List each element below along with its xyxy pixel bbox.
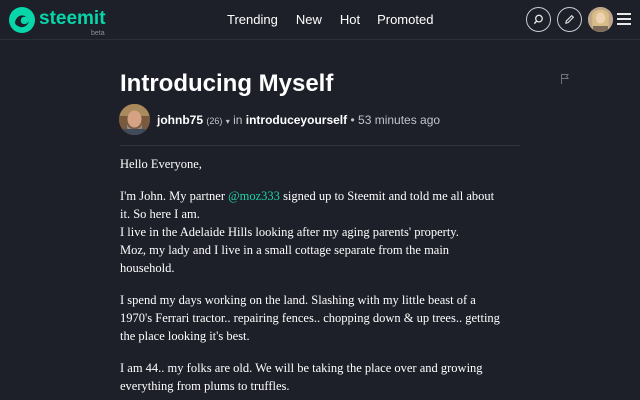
body-line: 1970's Ferrari tractor.. repairing fence… bbox=[120, 311, 500, 325]
body-line: household. bbox=[120, 261, 175, 275]
search-button[interactable] bbox=[526, 7, 551, 32]
nav-promoted[interactable]: Promoted bbox=[377, 11, 433, 29]
flag-icon[interactable] bbox=[560, 73, 570, 85]
category-link[interactable]: introduceyourself bbox=[246, 113, 347, 127]
paragraph: I'm John. My partner @moz333 signed up t… bbox=[120, 187, 520, 277]
search-icon bbox=[533, 14, 543, 25]
paragraph: Hello Everyone, bbox=[120, 155, 520, 173]
top-navbar: steemit beta Trending New Hot Promoted bbox=[0, 0, 640, 40]
user-avatar[interactable] bbox=[588, 7, 613, 32]
body-line: the place looking it's best. bbox=[120, 329, 250, 343]
body-line: I live in the Adelaide Hills looking aft… bbox=[120, 225, 459, 239]
body-line: I am 44.. my folks are old. We will be t… bbox=[120, 361, 483, 375]
hamburger-icon bbox=[617, 13, 631, 15]
author-avatar[interactable] bbox=[119, 104, 150, 135]
greeting-text: Hello Everyone, bbox=[120, 157, 202, 171]
author-name[interactable]: johnb75 bbox=[157, 113, 203, 127]
body-line: everything from plums to truffles. bbox=[120, 379, 290, 393]
paragraph: I am 44.. my folks are old. We will be t… bbox=[120, 359, 520, 395]
body-line: I'm John. My partner @moz333 signed up t… bbox=[120, 187, 520, 205]
body-line: I spend my days working on the land. Sla… bbox=[120, 293, 476, 307]
hamburger-bar bbox=[617, 18, 631, 20]
in-label: in bbox=[233, 113, 243, 127]
menu-button[interactable] bbox=[617, 13, 631, 25]
post-body: Hello Everyone, I'm John. My partner @mo… bbox=[120, 155, 520, 400]
nav-trending[interactable]: Trending bbox=[227, 11, 278, 29]
divider bbox=[120, 145, 520, 146]
submit-post-button[interactable] bbox=[557, 7, 582, 32]
body-line: it. So here I am. bbox=[120, 207, 200, 221]
steemit-logo[interactable]: steemit beta bbox=[8, 6, 118, 37]
post-meta: johnb75 (26) ▾ in introduceyourself • 53… bbox=[157, 113, 440, 129]
main-nav: Trending New Hot Promoted bbox=[227, 11, 433, 29]
pencil-icon bbox=[565, 14, 575, 24]
body-text: signed up to Steemit and told me all abo… bbox=[279, 189, 495, 203]
paragraph: I spend my days working on the land. Sla… bbox=[120, 291, 520, 345]
author-avatar-image bbox=[119, 104, 150, 135]
logo-wordmark: steemit bbox=[39, 8, 106, 29]
nav-hot[interactable]: Hot bbox=[340, 11, 360, 29]
post-time[interactable]: 53 minutes ago bbox=[358, 113, 440, 127]
chevron-down-icon[interactable]: ▾ bbox=[226, 117, 230, 126]
author-reputation: (26) bbox=[206, 116, 223, 126]
user-avatar-image bbox=[588, 7, 613, 32]
nav-new[interactable]: New bbox=[296, 11, 322, 29]
user-mention-link[interactable]: @moz333 bbox=[228, 189, 280, 203]
hamburger-bar bbox=[617, 23, 631, 25]
meta-separator: • bbox=[350, 113, 355, 127]
post-title: Introducing Myself bbox=[120, 70, 334, 97]
beta-badge: beta bbox=[91, 30, 105, 37]
steemit-logo-icon bbox=[9, 7, 35, 33]
body-line: Moz, my lady and I live in a small cotta… bbox=[120, 243, 450, 257]
body-text: I'm John. My partner bbox=[120, 189, 229, 203]
